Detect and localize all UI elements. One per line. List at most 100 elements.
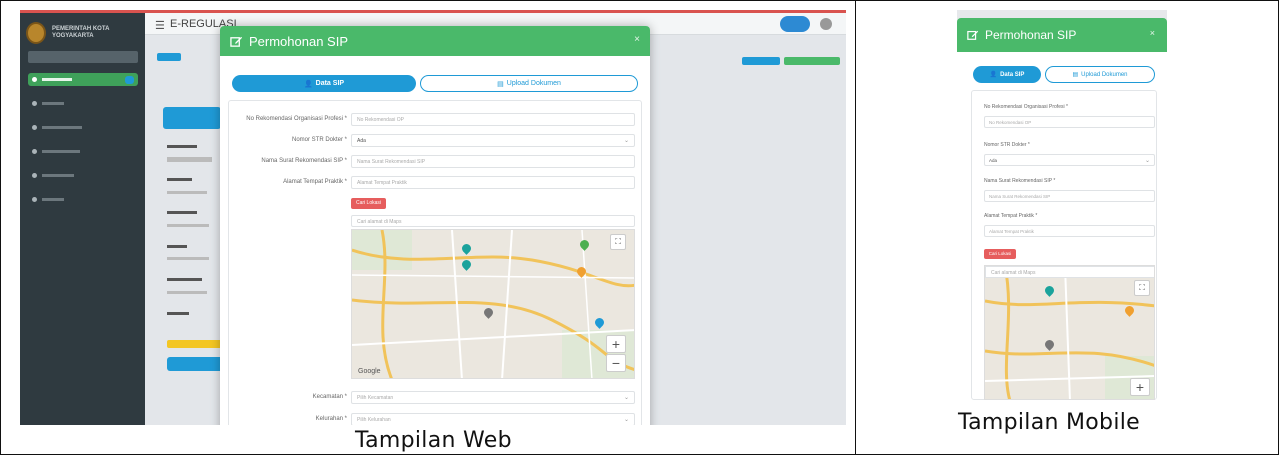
field-label: Kelurahan * (315, 416, 347, 422)
map-roads (352, 230, 634, 378)
kecamatan-select[interactable]: Pilih Kecamatan ⌄ (351, 391, 635, 404)
menu-dot-icon (32, 77, 37, 82)
zoom-in-button[interactable]: + (1130, 378, 1150, 396)
detail-value (167, 191, 207, 194)
select-value: Ada (357, 138, 366, 144)
detail-label (167, 178, 192, 181)
sidebar-badge (125, 75, 134, 84)
field-label: No Rekomendasi Organisasi Profesi * (246, 116, 347, 122)
sidebar-item[interactable] (28, 169, 138, 182)
map-search-input[interactable]: Cari alamat di Maps (351, 215, 635, 227)
content-tab[interactable] (157, 53, 181, 61)
action-button-blue[interactable] (742, 57, 780, 65)
detail-action-button[interactable] (167, 357, 227, 371)
location-map[interactable]: Cari alamat di Maps ⛶ + (984, 265, 1155, 400)
form-row: Alamat Tempat Praktik * Alamat Tempat Pr… (229, 176, 643, 190)
zoom-in-button[interactable]: + (606, 335, 626, 353)
sidebar-item-label (42, 126, 82, 129)
tab-data-sip[interactable]: 👤 Data SIP (973, 66, 1041, 83)
tab-label: Data SIP (315, 80, 345, 87)
zoom-out-button[interactable]: − (606, 354, 626, 372)
detail-value (167, 291, 207, 294)
form-row: No Rekomendasi Organisasi Profesi * No R… (229, 113, 643, 127)
sidebar-item[interactable] (28, 121, 138, 134)
detail-label (167, 312, 189, 315)
rekomendasi-op-input[interactable]: No Rekomendasi OP (351, 113, 635, 126)
kelurahan-select[interactable]: Pilih Kelurahan ⌄ (351, 413, 635, 425)
detail-value (167, 224, 209, 227)
permohonan-modal: Permohonan SIP × 👤 Data SIP ▤ Upload Dok… (220, 26, 650, 425)
modal-form: No Rekomendasi Organisasi Profesi * No R… (228, 100, 642, 425)
tab-label: Data SIP (1000, 71, 1025, 78)
select-placeholder: Pilih Kelurahan (357, 417, 391, 423)
detail-label (167, 145, 197, 148)
sidebar-item-label (42, 102, 64, 105)
user-icon: 👤 (989, 72, 998, 78)
tab-label: Upload Dokumen (506, 80, 561, 87)
modal-close-button[interactable]: × (1150, 28, 1155, 38)
select-value: Ada (989, 158, 998, 163)
str-dokter-select[interactable]: Ada ⌄ (351, 134, 635, 147)
tab-data-sip[interactable]: 👤 Data SIP (232, 75, 416, 92)
field-label: Nomor STR Dokter * (984, 142, 1030, 148)
surat-rekomendasi-input[interactable]: Nama Surat Rekomendasi SIP (351, 155, 635, 168)
sidebar-item-label (42, 174, 74, 177)
status-badge (167, 340, 225, 348)
sidebar-brand: PEMERINTAH KOTA YOGYAKARTA (51, 26, 110, 39)
sidebar-item[interactable] (28, 145, 138, 158)
sidebar-item-label (42, 150, 80, 153)
panel-divider (855, 0, 856, 455)
field-label: No Rekomendasi Organisasi Profesi * (984, 104, 1068, 110)
surat-rekomendasi-input[interactable]: Nama Surat Rekomendasi SIP (984, 190, 1155, 202)
action-button-green[interactable] (784, 57, 840, 65)
sidebar-item-active[interactable] (28, 73, 138, 86)
fullscreen-icon[interactable]: ⛶ (610, 234, 626, 250)
tab-upload-dokumen[interactable]: ▤ Upload Dokumen (420, 75, 638, 92)
modal-header: Permohonan SIP × (220, 26, 650, 56)
chevron-down-icon: ⌄ (623, 395, 629, 401)
chevron-down-icon: ⌄ (623, 417, 629, 423)
alamat-praktik-input[interactable]: Alamat Tempat Praktik (351, 176, 635, 189)
modal-close-button[interactable]: × (634, 34, 640, 45)
form-row: Nama Surat Rekomendasi SIP * Nama Surat … (229, 155, 643, 169)
sidebar-logo[interactable]: PEMERINTAH KOTA YOGYAKARTA (26, 19, 141, 47)
select-placeholder: Pilih Kecamatan (357, 395, 394, 401)
sidebar-search-input[interactable] (28, 51, 138, 63)
content-blue-panel (163, 107, 221, 129)
form-row: Nomor STR Dokter * Ada ⌄ (229, 134, 643, 148)
menu-dot-icon (32, 173, 37, 178)
document-icon: ▤ (1072, 72, 1079, 78)
content-action-buttons (742, 57, 840, 65)
map-attribution: Google (358, 368, 381, 375)
cari-lokasi-button[interactable]: Cari Lokasi (984, 249, 1016, 259)
user-icon: 👤 (303, 80, 313, 88)
field-label: Nomor STR Dokter * (291, 137, 347, 143)
cari-lokasi-button[interactable]: Cari Lokasi (351, 198, 386, 209)
hamburger-menu-icon[interactable]: ☰ (155, 19, 165, 32)
map-search-input[interactable]: Cari alamat di Maps (985, 266, 1154, 278)
partner-logo-icon (780, 16, 810, 32)
rekomendasi-op-input[interactable]: No Rekomendasi OP (984, 116, 1155, 128)
modal-title: Permohonan SIP (249, 33, 349, 49)
form-row: Kecamatan * Pilih Kecamatan ⌄ (229, 391, 643, 405)
tab-label: Upload Dokumen (1081, 71, 1128, 78)
location-map[interactable]: + − ⛶ Google (351, 229, 635, 379)
field-label: Nama Surat Rekomendasi SIP * (984, 178, 1056, 184)
str-dokter-select[interactable]: Ada ⌄ (984, 154, 1155, 166)
web-screenshot: PEMERINTAH KOTA YOGYAKARTA ☰ E-REGULASI (20, 10, 846, 425)
fullscreen-icon[interactable]: ⛶ (1134, 280, 1150, 296)
header-right (780, 16, 832, 32)
sidebar-item[interactable] (28, 193, 138, 206)
alamat-praktik-input[interactable]: Alamat Tempat Praktik (984, 225, 1155, 237)
caption-web: Tampilan Web (355, 428, 512, 453)
tab-upload-dokumen[interactable]: ▤ Upload Dokumen (1045, 66, 1155, 83)
sidebar-item[interactable] (28, 97, 138, 110)
modal-title: Permohonan SIP (985, 28, 1077, 42)
menu-dot-icon (32, 101, 37, 106)
edit-icon (230, 36, 243, 47)
field-label: Alamat Tempat Praktik * (984, 213, 1038, 219)
form-row: Kelurahan * Pilih Kelurahan ⌄ (229, 413, 643, 425)
field-label: Kecamatan * (312, 394, 347, 400)
menu-dot-icon (32, 125, 37, 130)
user-avatar-icon[interactable] (820, 18, 832, 30)
